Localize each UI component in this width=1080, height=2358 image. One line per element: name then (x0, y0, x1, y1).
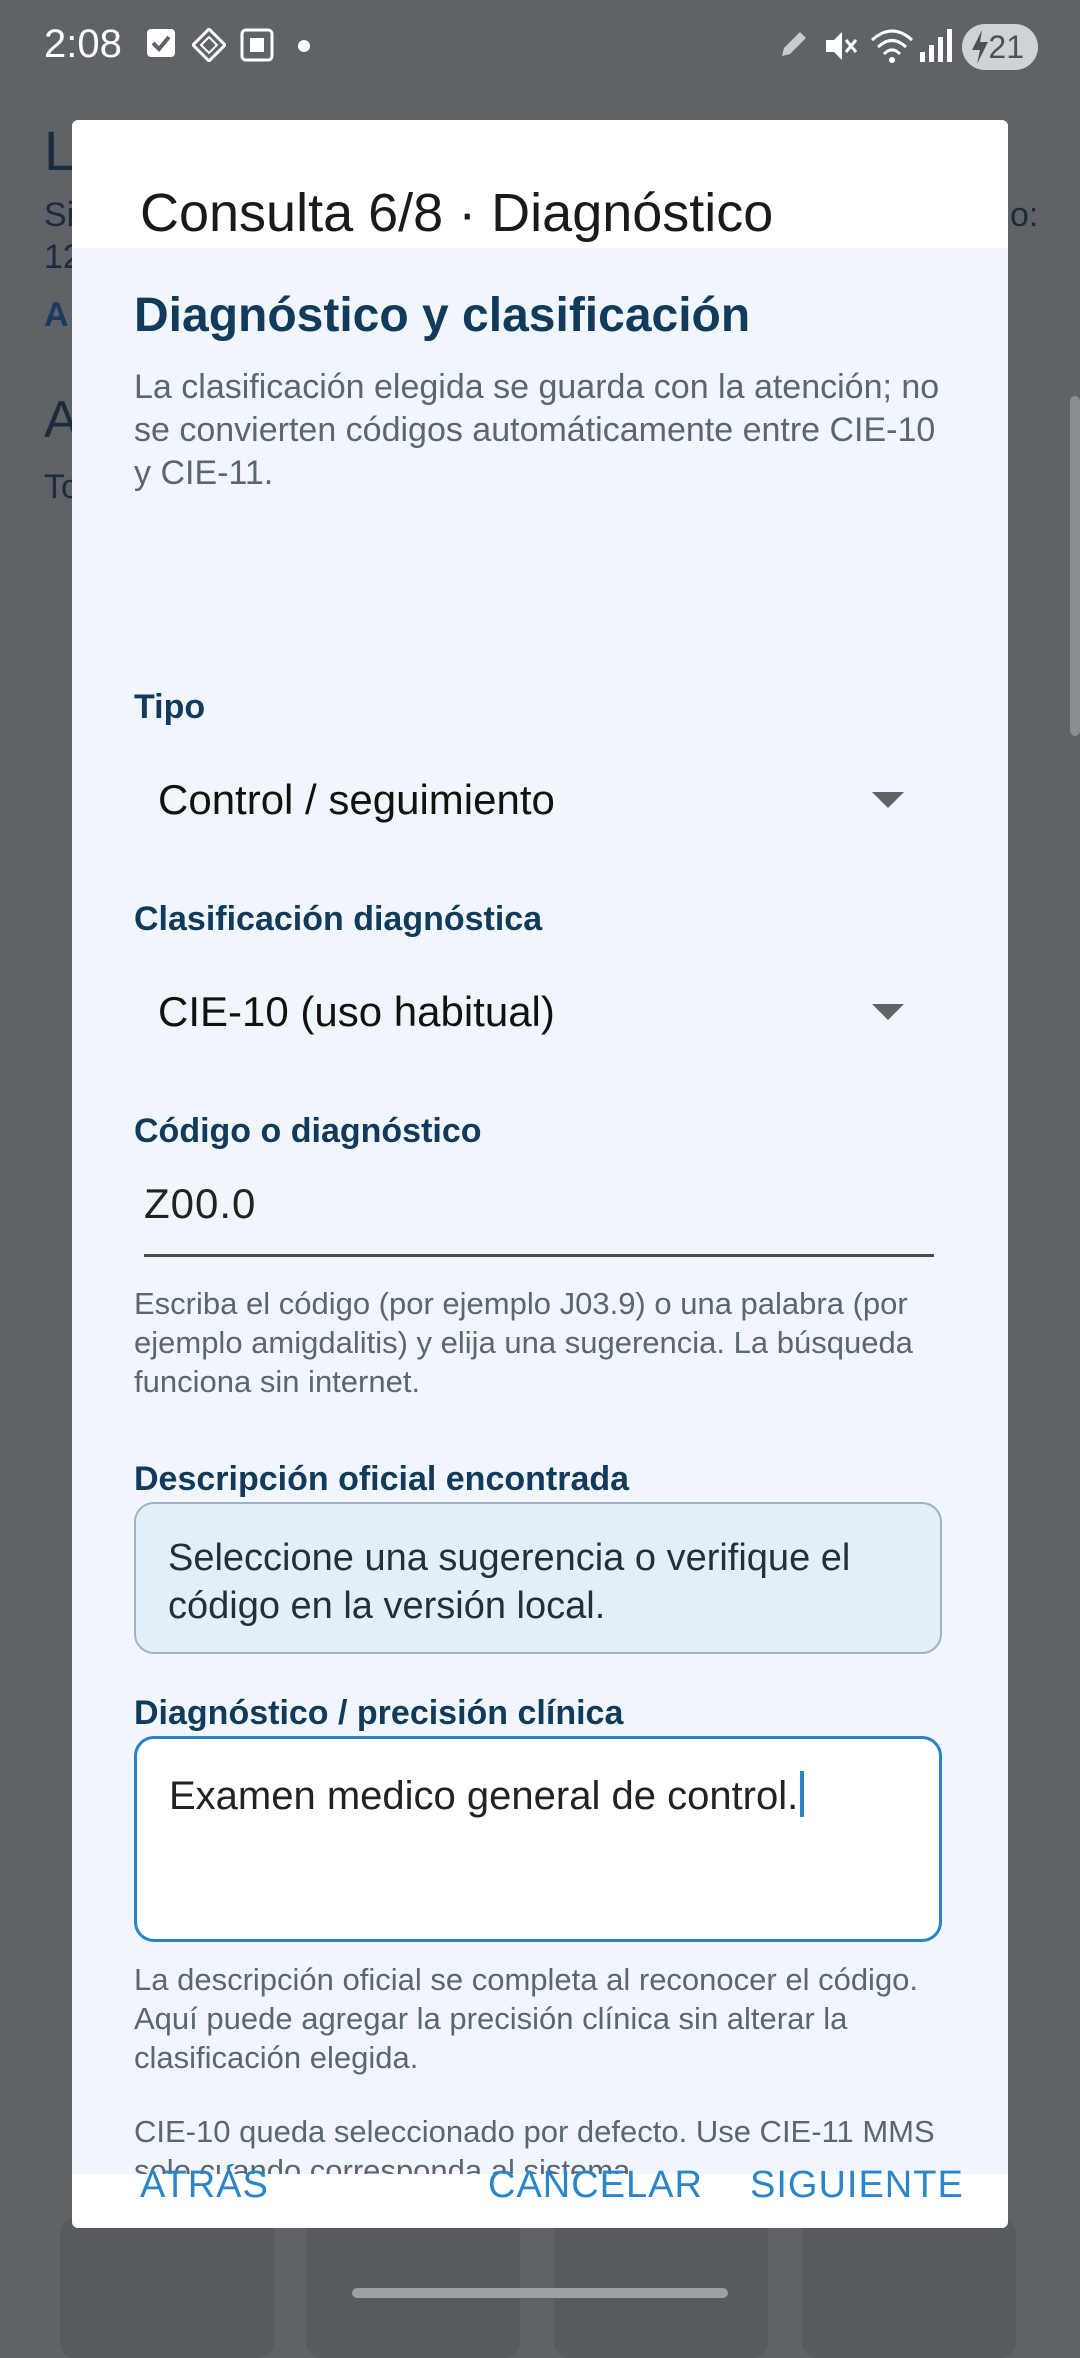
diagnosis-dialog: Consulta 6/8 · Diagnóstico Diagnóstico y… (72, 120, 1008, 2228)
precision-textarea[interactable]: Examen medico general de control. (134, 1736, 942, 1942)
next-button[interactable]: SIGUIENTE (750, 2164, 964, 2207)
dialog-title: Consulta 6/8 · Diagnóstico (140, 183, 774, 243)
diamond-grid-icon (192, 28, 226, 62)
signal-icon (920, 29, 952, 62)
cancel-button[interactable]: CANCELAR (488, 2164, 703, 2207)
checkbox-icon (147, 29, 175, 57)
chevron-down-icon (872, 792, 904, 808)
bg-line: Si (44, 196, 75, 234)
status-bar: 2:08 21 (0, 0, 1080, 96)
bolt-icon (972, 30, 988, 64)
codigo-input[interactable]: Z00.0 (144, 1144, 934, 1257)
chevron-down-icon (872, 1004, 904, 1020)
precision-help: La descripción oficial se completa al re… (134, 1962, 919, 2075)
bg-card (802, 2218, 1016, 2358)
descripcion-label: Descripción oficial encontrada (134, 1460, 630, 1498)
bg-scrollbar (1070, 396, 1080, 736)
back-button[interactable]: ATRÁS (140, 2164, 269, 2207)
clasificacion-value: CIE-10 (uso habitual) (158, 988, 555, 1035)
bg-heading: L (44, 119, 76, 182)
bg-link: A (44, 296, 69, 334)
descripcion-box: Seleccione una sugerencia o verifique el… (134, 1502, 942, 1654)
clasificacion-select[interactable]: CIE-10 (uso habitual) (134, 962, 954, 1058)
dot-icon (298, 40, 310, 52)
bg-line-right: o: (1010, 196, 1039, 234)
clasificacion-label: Clasificación diagnóstica (134, 900, 543, 938)
dialog-actions: ATRÁS CANCELAR SIGUIENTE (72, 2164, 1008, 2228)
codigo-value: Z00.0 (144, 1180, 257, 1227)
tipo-select[interactable]: Control / seguimiento (134, 750, 954, 846)
text-cursor (800, 1771, 805, 1817)
descripcion-text: Seleccione una sugerencia o verifique el… (168, 1537, 851, 1627)
mute-icon (826, 32, 858, 60)
codigo-help: Escriba el código (por ejemplo J03.9) o … (134, 1286, 913, 1399)
square-app-icon (240, 28, 274, 62)
dialog-content[interactable]: Diagnóstico y clasificación La clasifica… (72, 248, 1008, 2174)
precision-label: Diagnóstico / precisión clínica (134, 1694, 624, 1732)
bg-card (60, 2218, 274, 2358)
section-title: Diagnóstico y clasificación (134, 289, 751, 342)
precision-value: Examen medico general de control. (169, 1774, 799, 1818)
status-time: 2:08 (44, 22, 122, 66)
tipo-label: Tipo (134, 688, 206, 726)
pen-icon (782, 32, 806, 56)
battery-icon: 21 (962, 24, 1038, 70)
tipo-value: Control / seguimiento (158, 776, 555, 823)
wifi-icon (870, 29, 914, 63)
gesture-nav-handle[interactable] (352, 2288, 728, 2298)
section-help: La clasificación elegida se guarda con l… (134, 368, 940, 492)
battery-level: 21 (988, 29, 1024, 65)
